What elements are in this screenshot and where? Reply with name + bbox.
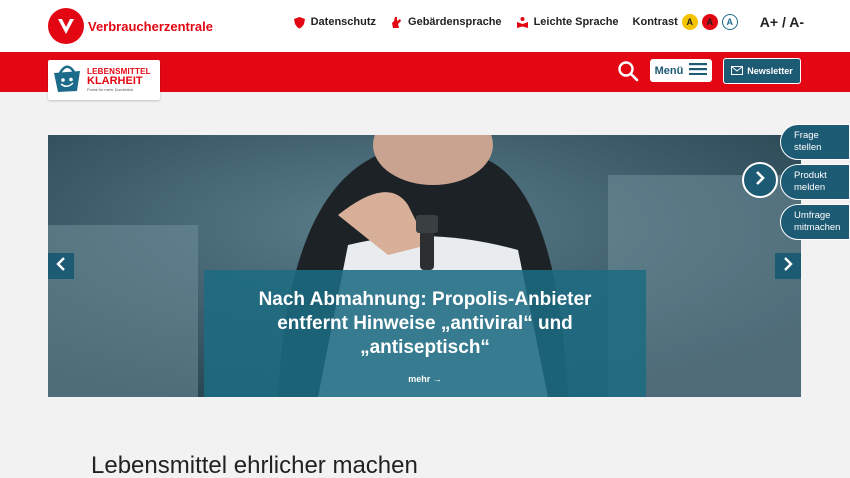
link-gebaerdensprache[interactable]: Gebärdensprache [390, 16, 502, 29]
logo-line-2: KLARHEIT [87, 75, 143, 87]
search-button[interactable] [617, 60, 639, 82]
hero-more-link[interactable]: mehr → [204, 374, 646, 384]
contrast-default-button[interactable]: A [721, 14, 738, 30]
contrast-red-button[interactable]: A [701, 14, 718, 30]
search-icon [617, 61, 639, 86]
vz-logo-icon [48, 8, 84, 44]
contrast-switcher: Kontrast A A A [633, 14, 738, 30]
menu-button[interactable]: Menü [650, 59, 712, 82]
hamburger-icon [689, 63, 708, 78]
chevron-right-icon [754, 170, 766, 191]
newsletter-label: Newsletter [747, 66, 793, 76]
envelope-icon [731, 65, 744, 77]
side-tab-line: mitmachen [794, 222, 841, 233]
lebensmittelklarheit-logo[interactable]: LEBENSMITTEL KLARHEIT Portal für mehr Du… [48, 60, 160, 100]
side-action-tabs: Frage stellen Produkt melden Umfrage mit… [780, 124, 850, 244]
brand-name: Verbraucherzentrale [88, 18, 214, 34]
side-tab-line: Frage [794, 130, 819, 141]
section-title: Lebensmittel ehrlicher machen [91, 452, 418, 478]
hero-caption: Nach Abmahnung: Propolis-Anbieter entfer… [204, 270, 646, 397]
chevron-right-icon [783, 256, 793, 276]
basket-mascot-icon [50, 61, 84, 100]
slider-next-button[interactable] [775, 253, 801, 279]
verbraucherzentrale-logo[interactable]: Verbraucherzentrale [48, 8, 213, 44]
contrast-label: Kontrast [632, 16, 678, 28]
chevron-left-icon [56, 256, 66, 276]
side-tab-line: stellen [794, 142, 822, 153]
link-label: Datenschutz [310, 16, 377, 28]
slider-prev-button[interactable] [48, 253, 74, 279]
hero-title[interactable]: Nach Abmahnung: Propolis-Anbieter entfer… [204, 288, 646, 360]
newsletter-button[interactable]: Newsletter [723, 58, 801, 84]
side-tab-line: melden [794, 182, 826, 193]
hand-icon [390, 16, 403, 29]
logo-tagline: Portal für mehr Durchblick [87, 87, 134, 92]
link-leichte-sprache[interactable]: Leichte Sprache [516, 16, 619, 29]
easy-language-icon [516, 16, 529, 29]
contrast-yellow-button[interactable]: A [681, 14, 698, 30]
side-panel-toggle[interactable] [742, 162, 778, 198]
utility-links: Datenschutz Gebärdensprache Leichte Spra… [293, 14, 804, 30]
link-label: Gebärdensprache [408, 16, 502, 28]
side-tab-frage-stellen[interactable]: Frage stellen [780, 124, 850, 160]
side-tab-line: Umfrage [794, 210, 831, 221]
side-tab-line: Produkt [794, 170, 827, 181]
shield-icon [293, 16, 306, 29]
link-label: Leichte Sprache [533, 16, 619, 28]
side-tab-umfrage-mitmachen[interactable]: Umfrage mitmachen [780, 204, 850, 240]
font-size-toggle[interactable]: A+ / A- [760, 14, 804, 30]
side-tab-produkt-melden[interactable]: Produkt melden [780, 164, 850, 200]
link-datenschutz[interactable]: Datenschutz [293, 16, 376, 29]
top-header: Verbraucherzentrale Datenschutz Gebärden… [0, 0, 850, 52]
menu-label: Menü [654, 64, 684, 77]
logo-wordmark: LEBENSMITTEL KLARHEIT Portal für mehr Du… [87, 68, 151, 92]
